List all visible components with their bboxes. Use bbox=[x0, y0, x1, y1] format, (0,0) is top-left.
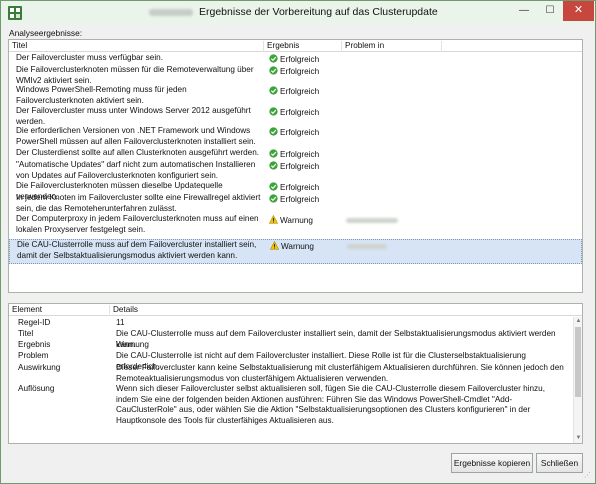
close-button[interactable]: Schließen bbox=[536, 453, 583, 473]
detail-value: Warnung bbox=[116, 340, 149, 349]
warning-triangle-icon bbox=[269, 215, 278, 224]
column-header-title[interactable]: Titel bbox=[9, 41, 263, 52]
detail-key: Ergebnis bbox=[18, 340, 51, 349]
result-status: Erfolgreich bbox=[269, 86, 319, 97]
success-check-icon bbox=[269, 182, 278, 191]
copy-results-button[interactable]: Ergebnisse kopieren bbox=[451, 453, 533, 473]
redacted-problem-node bbox=[347, 244, 387, 249]
detail-key: Titel bbox=[18, 329, 34, 338]
redacted-problem-node bbox=[346, 218, 398, 223]
warning-triangle-icon bbox=[270, 241, 279, 250]
success-check-icon bbox=[269, 86, 278, 95]
details-header: Element Details bbox=[9, 304, 582, 316]
detail-key: Regel-ID bbox=[18, 318, 51, 327]
detail-key: Auswirkung bbox=[18, 363, 61, 372]
result-row[interactable]: Der Clusterdienst sollte auf allen Clust… bbox=[9, 148, 582, 159]
result-status: Erfolgreich bbox=[269, 149, 319, 160]
result-status-label: Erfolgreich bbox=[280, 108, 320, 117]
column-header-problem-in[interactable]: Problem in bbox=[341, 41, 441, 52]
cluster-app-icon bbox=[8, 6, 22, 20]
details-panel[interactable]: Element Details Regel-ID 11 Titel Die CAU-C… bbox=[8, 303, 583, 444]
success-check-icon bbox=[269, 161, 278, 170]
result-status: Erfolgreich bbox=[269, 54, 319, 65]
scroll-up-icon[interactable]: ▲ bbox=[575, 318, 582, 325]
detail-value: 11 bbox=[116, 318, 125, 327]
detail-value: Wenn sich dieser Failovercluster selbst … bbox=[116, 384, 545, 425]
success-check-icon bbox=[269, 54, 278, 63]
success-check-icon bbox=[269, 107, 278, 116]
success-check-icon bbox=[269, 149, 278, 158]
result-status: Erfolgreich bbox=[269, 66, 319, 77]
result-status-label: Erfolgreich bbox=[280, 67, 320, 76]
result-title: Die erforderlichen Versionen von .NET Fr… bbox=[16, 126, 256, 146]
result-row[interactable]: Die Failoverclusterknoten müssen dieselb… bbox=[9, 181, 582, 201]
close-window-button[interactable]: ✕ bbox=[563, 1, 594, 21]
result-row[interactable]: Die CAU-Clusterrolle muss auf dem Failov… bbox=[9, 239, 582, 264]
column-separator bbox=[441, 41, 442, 52]
result-status-label: Erfolgreich bbox=[280, 183, 320, 192]
result-title: Windows PowerShell-Remoting muss für jed… bbox=[16, 85, 187, 105]
result-status-label: Erfolgreich bbox=[280, 162, 320, 171]
column-header-result[interactable]: Ergebnis bbox=[263, 41, 341, 52]
result-status: Erfolgreich bbox=[269, 194, 319, 205]
results-grid[interactable]: Titel Ergebnis Problem in Der Failovercl… bbox=[8, 39, 583, 293]
results-window: Ergebnisse der Vorbereitung auf das Clus… bbox=[0, 0, 596, 484]
panel-splitter[interactable] bbox=[8, 294, 583, 302]
result-title: In jedem Knoten im Failovercluster sollt… bbox=[16, 193, 261, 213]
result-status-label: Warnung bbox=[280, 216, 313, 225]
result-row[interactable]: "Automatische Updates" darf nicht zum au… bbox=[9, 160, 582, 180]
grid-header: Titel Ergebnis Problem in bbox=[9, 40, 582, 52]
detail-value: Dieser Failovercluster kann keine Selbst… bbox=[116, 363, 564, 383]
resize-grip-icon[interactable]: ⋰ bbox=[584, 472, 592, 480]
result-row[interactable]: Der Computerproxy in jedem Failoverclust… bbox=[9, 214, 582, 236]
result-status-label: Erfolgreich bbox=[280, 55, 320, 64]
result-row[interactable]: Der Failovercluster muss unter Windows S… bbox=[9, 106, 582, 126]
result-row[interactable]: Die erforderlichen Versionen von .NET Fr… bbox=[9, 126, 582, 147]
result-title: Die CAU-Clusterrolle muss auf dem Failov… bbox=[17, 240, 257, 260]
result-row[interactable]: In jedem Knoten im Failovercluster sollt… bbox=[9, 193, 582, 213]
result-status-label: Erfolgreich bbox=[280, 87, 320, 96]
result-row[interactable]: Der Failovercluster muss verfügbar sein.… bbox=[9, 53, 582, 64]
scrollbar-thumb[interactable] bbox=[575, 327, 581, 397]
result-title: Der Failovercluster muss unter Windows S… bbox=[16, 106, 251, 126]
window-title: Ergebnisse der Vorbereitung auf das Clus… bbox=[199, 6, 438, 18]
result-title: Die Failoverclusterknoten müssen für die… bbox=[16, 65, 254, 85]
redacted-cluster-name bbox=[149, 9, 193, 16]
scroll-down-icon[interactable]: ▼ bbox=[575, 435, 582, 442]
detail-key: Problem bbox=[18, 351, 49, 360]
success-check-icon bbox=[269, 127, 278, 136]
result-title: "Automatische Updates" darf nicht zum au… bbox=[16, 160, 256, 180]
result-title: Der Computerproxy in jedem Failoverclust… bbox=[16, 214, 259, 234]
result-status-label: Erfolgreich bbox=[280, 195, 320, 204]
analysis-results-label: Analyseergebnisse: bbox=[9, 28, 83, 38]
result-status: Erfolgreich bbox=[269, 107, 319, 118]
details-scrollbar[interactable]: ▲ ▼ bbox=[573, 317, 582, 443]
minimize-button[interactable]: — bbox=[511, 1, 537, 21]
result-row[interactable]: Die Failoverclusterknoten müssen für die… bbox=[9, 65, 582, 85]
result-status: Warnung bbox=[269, 215, 313, 226]
result-status: Erfolgreich bbox=[269, 182, 319, 193]
result-status: Erfolgreich bbox=[269, 127, 319, 138]
result-status-label: Erfolgreich bbox=[280, 128, 320, 137]
result-status-label: Warnung bbox=[281, 242, 314, 251]
result-title: Der Clusterdienst sollte auf allen Clust… bbox=[16, 148, 260, 157]
result-status-label: Erfolgreich bbox=[280, 150, 320, 159]
detail-key: Auflösung bbox=[18, 384, 55, 393]
title-bar[interactable]: Ergebnisse der Vorbereitung auf das Clus… bbox=[1, 1, 595, 25]
result-title: Der Failovercluster muss verfügbar sein. bbox=[16, 53, 163, 62]
column-header-element[interactable]: Element bbox=[9, 305, 109, 314]
success-check-icon bbox=[269, 194, 278, 203]
result-row[interactable]: Windows PowerShell-Remoting muss für jed… bbox=[9, 85, 582, 105]
column-header-details[interactable]: Details bbox=[109, 305, 409, 314]
success-check-icon bbox=[269, 66, 278, 75]
result-status: Warnung bbox=[270, 241, 314, 252]
result-status: Erfolgreich bbox=[269, 161, 319, 172]
maximize-button[interactable]: ☐ bbox=[537, 1, 563, 21]
